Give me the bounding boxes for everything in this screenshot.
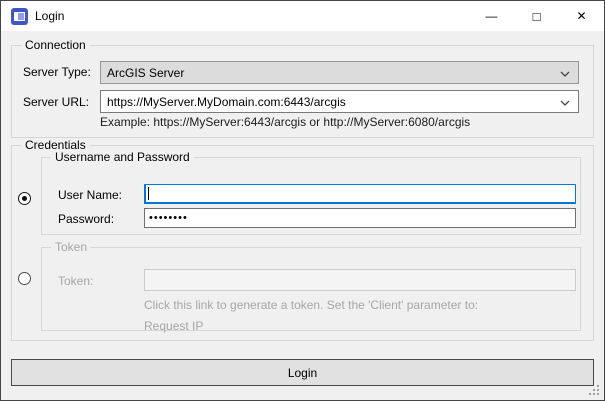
token-label: Token: xyxy=(58,274,93,288)
login-button-label: Login xyxy=(288,366,317,380)
token-hint-text: Click this link to generate a token. Set… xyxy=(144,298,478,312)
username-password-radio[interactable] xyxy=(18,192,31,205)
titlebar[interactable]: Login — □ ✕ xyxy=(1,1,604,31)
user-name-input[interactable] xyxy=(144,184,576,204)
password-input[interactable] xyxy=(144,208,576,228)
close-button[interactable]: ✕ xyxy=(559,1,604,31)
form-icon xyxy=(11,8,28,25)
text-caret xyxy=(148,187,149,200)
server-url-combobox[interactable]: https://MyServer.MyDomain.com:6443/arcgi… xyxy=(100,90,579,113)
server-url-label: Server URL: xyxy=(23,95,89,109)
chevron-down-icon xyxy=(560,71,570,77)
token-input[interactable] xyxy=(144,269,576,291)
minimize-icon: — xyxy=(486,9,498,23)
server-url-value: https://MyServer.MyDomain.com:6443/arcgi… xyxy=(107,95,346,109)
login-dialog: Login — □ ✕ Connection Server Type: ArcG… xyxy=(0,0,605,401)
maximize-button[interactable]: □ xyxy=(514,1,559,31)
server-type-value: ArcGIS Server xyxy=(107,66,184,80)
token-group-label: Token xyxy=(51,240,91,254)
login-button[interactable]: Login xyxy=(11,359,594,386)
close-icon: ✕ xyxy=(576,9,586,23)
server-type-dropdown[interactable]: ArcGIS Server xyxy=(100,61,579,84)
connection-group-label: Connection xyxy=(21,38,90,52)
token-radio[interactable] xyxy=(18,272,31,285)
password-label: Password: xyxy=(58,212,114,226)
window-title: Login xyxy=(35,9,64,23)
user-name-label: User Name: xyxy=(58,188,122,202)
maximize-icon: □ xyxy=(533,9,541,24)
request-ip-link[interactable]: Request IP xyxy=(144,319,203,333)
server-type-label: Server Type: xyxy=(23,65,91,79)
resize-grip-icon[interactable] xyxy=(589,385,601,397)
minimize-button[interactable]: — xyxy=(469,1,514,31)
server-url-example: Example: https://MyServer:6443/arcgis or… xyxy=(100,115,470,129)
username-password-group-label: Username and Password xyxy=(51,150,194,164)
chevron-down-icon xyxy=(560,100,570,106)
